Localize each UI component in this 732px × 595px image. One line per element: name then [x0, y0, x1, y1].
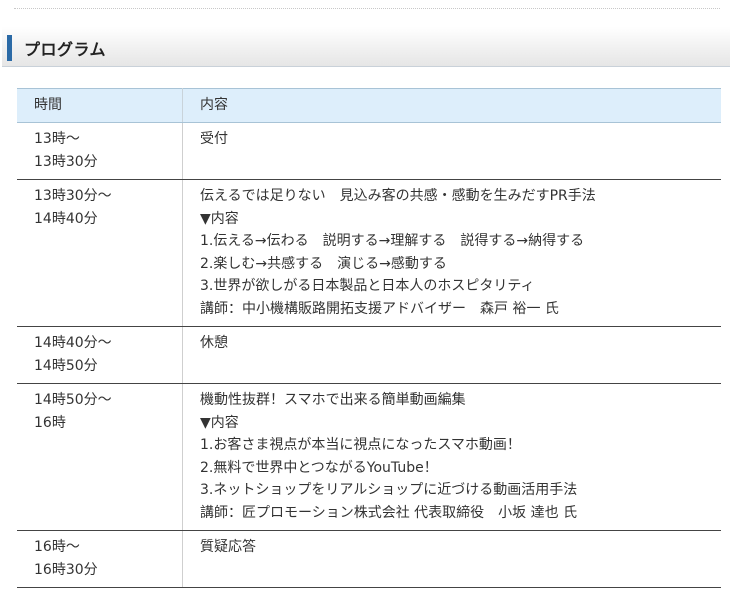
speaker-line: 講師：中小機構販路開拓支援アドバイザー 森戸 裕一 氏	[200, 300, 559, 317]
content-heading: ▼内容	[200, 210, 239, 227]
time-start: 13時30分～	[34, 188, 112, 204]
content-cell: 伝えるでは足りない 見込み客の共感・感動を生みだすPR手法 ▼内容 1.伝える→…	[182, 179, 721, 327]
content-heading: ▼内容	[200, 414, 239, 431]
time-end: 13時30分	[34, 153, 98, 170]
time-end: 14時50分	[34, 357, 98, 374]
content-line: 質疑応答	[200, 539, 256, 555]
header-time: 時間	[17, 88, 183, 123]
time-cell: 16時～ 16時30分	[17, 530, 183, 588]
time-start: 14時50分～	[34, 392, 112, 408]
table-row: 14時40分～ 14時50分 休憩	[17, 326, 721, 384]
table-row: 14時50分～ 16時 機動性抜群！スマホで出来る簡単動画編集 ▼内容 1.お客…	[17, 383, 721, 531]
header-content: 内容	[182, 88, 721, 123]
content-cell: 休憩	[182, 326, 721, 384]
time-end: 14時40分	[34, 210, 98, 227]
content-line: 受付	[200, 131, 228, 147]
time-cell: 13時30分～ 14時40分	[17, 179, 183, 327]
content-line: 休憩	[200, 335, 228, 351]
time-cell: 14時50分～ 16時	[17, 383, 183, 531]
time-end: 16時	[34, 414, 66, 431]
session-title: 機動性抜群！スマホで出来る簡単動画編集	[200, 392, 466, 408]
time-cell: 14時40分～ 14時50分	[17, 326, 183, 384]
content-cell: 質疑応答	[182, 530, 721, 588]
session-title: 伝えるでは足りない 見込み客の共感・感動を生みだすPR手法	[200, 188, 596, 204]
content-item: 2.楽しむ→共感する 演じる→感動する	[200, 255, 447, 272]
time-start: 13時～	[34, 131, 80, 147]
table-header-row: 時間 内容	[17, 88, 721, 123]
content-item: 3.世界が欲しがる日本製品と日本人のホスピタリティ	[200, 278, 535, 294]
content-item: 1.お客さま視点が本当に視点になったスマホ動画！	[200, 437, 521, 453]
top-divider	[14, 8, 720, 9]
time-start: 14時40分～	[34, 335, 112, 351]
program-table: 時間 内容 13時～ 13時30分 受付 13時30分～ 14時40分 伝えるで…	[17, 88, 721, 588]
content-item: 2.無料で世界中とつながるYouTube！	[200, 459, 438, 476]
content-cell: 機動性抜群！スマホで出来る簡単動画編集 ▼内容 1.お客さま視点が本当に視点にな…	[182, 383, 721, 531]
time-end: 16時30分	[34, 561, 98, 578]
section-header: プログラム	[2, 27, 730, 67]
table-row: 13時30分～ 14時40分 伝えるでは足りない 見込み客の共感・感動を生みだす…	[17, 179, 721, 327]
speaker-line: 講師：匠プロモーション株式会社 代表取締役 小坂 達也 氏	[200, 504, 578, 521]
table-row: 13時～ 13時30分 受付	[17, 122, 721, 180]
table-row: 16時～ 16時30分 質疑応答	[17, 530, 721, 588]
content-item: 1.伝える→伝わる 説明する→理解する 説得する→納得する	[200, 233, 585, 249]
time-start: 16時～	[34, 539, 80, 555]
section-title: プログラム	[24, 40, 107, 59]
content-cell: 受付	[182, 122, 721, 180]
content-item: 3.ネットショップをリアルショップに近づける動画活用手法	[200, 482, 578, 498]
time-cell: 13時～ 13時30分	[17, 122, 183, 180]
header-accent-bar	[7, 35, 12, 61]
